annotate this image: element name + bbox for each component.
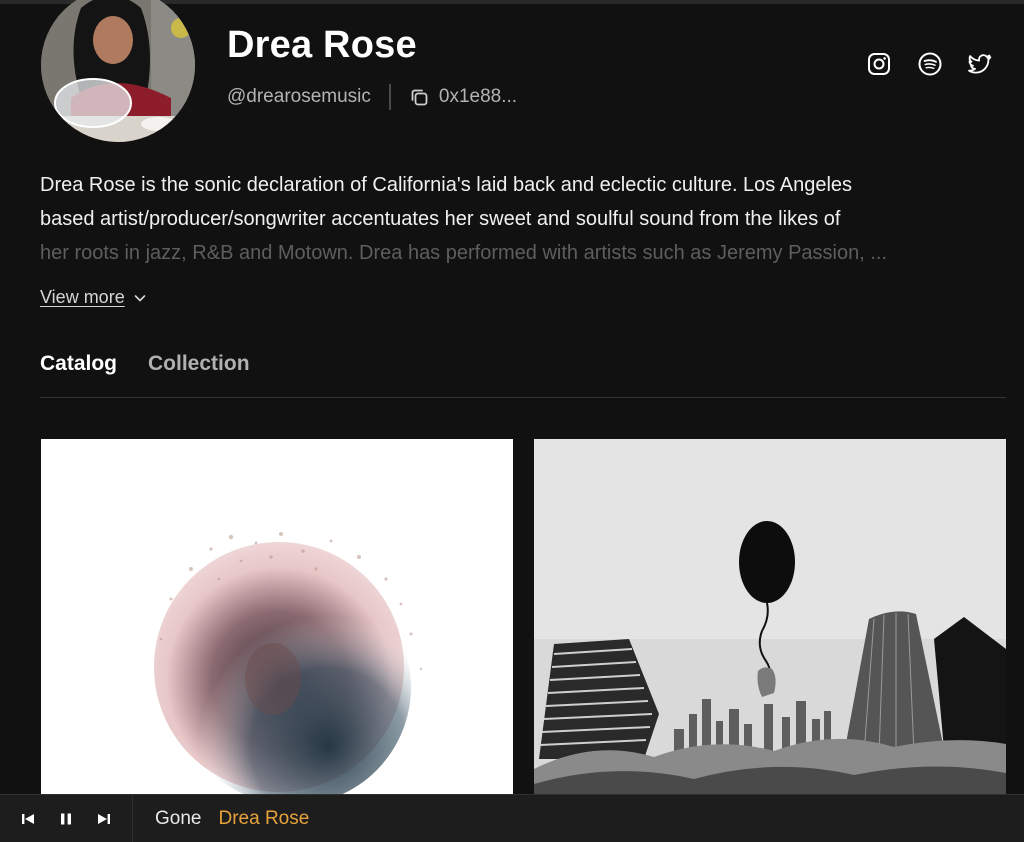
handle-divider <box>388 84 391 110</box>
tab-collection[interactable]: Collection <box>148 352 250 376</box>
skip-previous-icon <box>22 813 34 824</box>
view-more-button[interactable]: View more <box>40 287 147 308</box>
artist-handle-row: @drearosemusic 0x1e88... <box>227 84 517 110</box>
tabs-divider <box>40 397 1006 398</box>
artist-bio: Drea Rose is the sonic declaration of Ca… <box>40 168 990 270</box>
next-track-button[interactable] <box>85 795 123 842</box>
avatar-image <box>41 0 195 142</box>
pause-button[interactable] <box>47 795 85 842</box>
twitter-icon <box>968 54 992 74</box>
chevron-down-icon <box>134 294 146 301</box>
tab-catalog[interactable]: Catalog <box>40 352 117 376</box>
instagram-link[interactable] <box>865 50 893 78</box>
twitter-link[interactable] <box>966 50 994 78</box>
bio-line-3: her roots in jazz, R&B and Motown. Drea … <box>40 242 888 264</box>
player-divider <box>132 794 133 842</box>
catalog-card[interactable] <box>534 439 1006 799</box>
bio-line-1: Drea Rose is the sonic declaration of Ca… <box>40 174 853 196</box>
bio-line-2: based artist/producer/songwriter accentu… <box>40 208 841 230</box>
artist-name: Drea Rose <box>227 24 417 66</box>
catalog-card[interactable] <box>41 439 513 799</box>
skip-next-icon <box>98 813 110 824</box>
spotify-link[interactable] <box>916 50 944 78</box>
artist-avatar <box>41 0 195 142</box>
view-more-label: View more <box>40 287 125 307</box>
now-playing-artist[interactable]: Drea Rose <box>218 808 309 830</box>
catalog-artwork <box>534 439 1006 799</box>
previous-track-button[interactable] <box>9 795 47 842</box>
artist-handle: @drearosemusic <box>227 86 371 107</box>
audio-player-bar: Gone Drea Rose <box>0 794 1024 842</box>
catalog-artwork <box>41 439 513 799</box>
profile-tabs: Catalog Collection <box>40 352 250 376</box>
copy-icon[interactable] <box>409 87 429 107</box>
wallet-address[interactable]: 0x1e88... <box>439 86 517 108</box>
pause-icon <box>61 813 71 824</box>
instagram-icon <box>868 53 890 75</box>
now-playing-title: Gone <box>155 807 202 829</box>
spotify-icon <box>918 52 942 76</box>
